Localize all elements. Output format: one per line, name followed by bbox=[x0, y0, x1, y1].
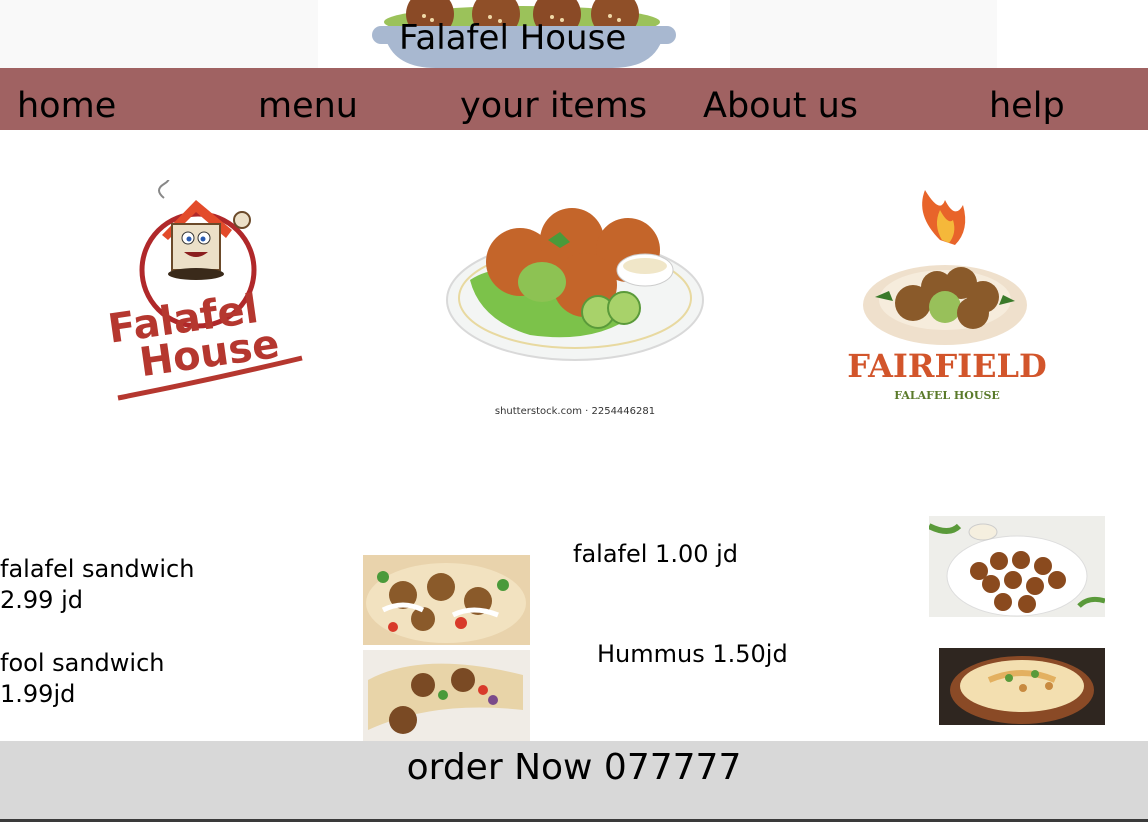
header-right-panel bbox=[730, 0, 997, 68]
top-nav-bar: home menu your items About us help bbox=[0, 68, 1148, 130]
fairfield-logo: FAIRFIELD FALAFEL HOUSE bbox=[847, 190, 1047, 402]
menu-item-falafel: falafel 1.00 jd bbox=[573, 540, 739, 568]
nav-home[interactable]: home bbox=[17, 84, 116, 128]
fool-sandwich-image bbox=[363, 650, 530, 743]
nav-help[interactable]: help bbox=[989, 84, 1065, 128]
menu-item-falafel-sandwich: falafel sandwich 2.99 jd bbox=[0, 555, 195, 614]
nav-your-items[interactable]: your items bbox=[460, 84, 647, 128]
falafel-plate-photo bbox=[929, 516, 1105, 617]
footer-bar: order Now 077777 bbox=[0, 741, 1148, 822]
fairfield-brand-text: FAIRFIELD bbox=[847, 347, 1047, 385]
falafel-sandwich-image bbox=[363, 555, 530, 645]
header-left-panel bbox=[0, 0, 318, 68]
falafel-plate-image bbox=[446, 208, 704, 361]
menu-item-fool-sandwich: fool sandwich 1.99jd bbox=[0, 649, 165, 708]
nav-about-us[interactable]: About us bbox=[703, 84, 858, 128]
falafel-house-cartoon-logo: Falafel House bbox=[105, 180, 303, 401]
menu-item-hummus: Hummus 1.50jd bbox=[597, 640, 788, 668]
order-now-cta[interactable]: order Now 077777 bbox=[0, 746, 1148, 790]
nav-menu[interactable]: menu bbox=[258, 84, 358, 128]
hummus-bowl-image bbox=[939, 648, 1105, 725]
image-credit: shutterstock.com · 2254446281 bbox=[494, 406, 656, 417]
fairfield-subtitle-text: FALAFEL HOUSE bbox=[894, 389, 1000, 402]
site-title: Falafel House bbox=[399, 18, 627, 58]
